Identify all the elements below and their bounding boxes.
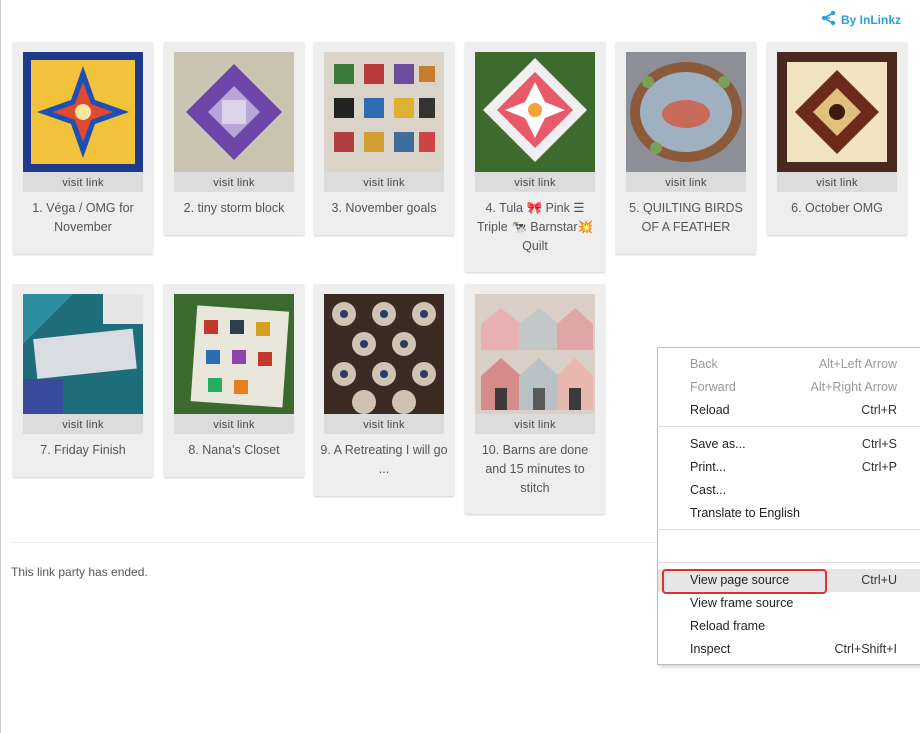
menu-item-label: Forward — [690, 380, 736, 394]
inlinkz-brand-link[interactable]: By InLinkz — [821, 10, 901, 29]
menu-item-label: Translate to English — [690, 506, 801, 520]
menu-item-back[interactable]: Back Alt+Left Arrow — [658, 353, 920, 376]
entry-title[interactable]: 8. Nana's Closet — [170, 441, 298, 460]
link-card-2[interactable]: visit link 2. tiny storm block — [164, 42, 304, 235]
menu-separator — [658, 529, 920, 530]
entry-title[interactable]: 7. Friday Finish — [19, 441, 147, 460]
menu-item-label: View frame source — [690, 596, 794, 610]
menu-item-inspect[interactable]: Inspect Ctrl+Shift+I — [658, 638, 920, 661]
menu-item-reload-frame[interactable]: Reload frame — [658, 615, 920, 638]
entry-title[interactable]: 4. Tula 🎀 Pink ☰ Triple 🐄 Barnstar💥 Quil… — [471, 199, 599, 256]
link-card-3[interactable]: visit link 3. November goals — [314, 42, 454, 235]
window-border — [0, 0, 1, 733]
menu-item-translate[interactable]: Translate to English — [658, 502, 920, 525]
menu-item-shortcut: Ctrl+P — [861, 460, 897, 474]
menu-item-save-as[interactable]: Save as... Ctrl+S — [658, 433, 920, 456]
entry-title[interactable]: 1. Véga / OMG for November — [19, 199, 147, 237]
brand-label: By InLinkz — [840, 12, 901, 27]
thumbnail-image[interactable] — [475, 294, 595, 414]
entry-title[interactable]: 9. A Retreating I will go ... — [320, 441, 448, 479]
menu-item-shortcut: Alt+Left Arrow — [818, 357, 897, 371]
menu-item-label: Reload — [690, 403, 730, 417]
menu-item-print[interactable]: Print... Ctrl+P — [658, 456, 920, 479]
visit-link-button[interactable]: visit link — [174, 414, 294, 434]
menu-item-shortcut: Alt+Right Arrow — [810, 380, 898, 394]
entry-title[interactable]: 5. QUILTING BIRDS OF A FEATHER — [622, 199, 750, 237]
thumbnail-image[interactable] — [174, 294, 294, 414]
inlinkz-logo-icon — [821, 10, 837, 29]
thumbnail-image[interactable] — [324, 294, 444, 414]
visit-link-button[interactable]: visit link — [324, 172, 444, 192]
link-card-8[interactable]: visit link 8. Nana's Closet — [164, 284, 304, 477]
menu-item-label: Back — [690, 357, 718, 371]
visit-link-button[interactable]: visit link — [324, 414, 444, 434]
menu-item-view-frame-source[interactable]: View frame source — [658, 592, 920, 615]
link-card-10[interactable]: visit link 10. Barns are done and 15 min… — [465, 284, 605, 514]
visit-link-button[interactable]: visit link — [475, 172, 595, 192]
entry-title[interactable]: 10. Barns are done and 15 minutes to sti… — [471, 441, 599, 498]
menu-item-label: Inspect — [690, 642, 731, 656]
visit-link-button[interactable]: visit link — [626, 172, 746, 192]
view-source-highlight-box — [662, 569, 827, 594]
visit-link-button[interactable]: visit link — [475, 414, 595, 434]
menu-separator — [658, 426, 920, 427]
context-menu: Back Alt+Left Arrow Forward Alt+Right Ar… — [657, 347, 920, 665]
thumbnail-image[interactable] — [475, 52, 595, 172]
menu-item-forward[interactable]: Forward Alt+Right Arrow — [658, 376, 920, 399]
menu-item-shortcut: Ctrl+R — [861, 403, 897, 417]
link-card-6[interactable]: visit link 6. October OMG — [767, 42, 907, 235]
menu-item-shortcut: Ctrl+Shift+I — [834, 642, 897, 656]
link-card-7[interactable]: visit link 7. Friday Finish — [13, 284, 153, 477]
link-card-1[interactable]: visit link 1. Véga / OMG for November — [13, 42, 153, 254]
menu-item-cast[interactable]: Cast... — [658, 479, 920, 502]
menu-item-reload[interactable]: Reload Ctrl+R — [658, 399, 920, 422]
thumbnail-image[interactable] — [174, 52, 294, 172]
menu-item-label: Save as... — [690, 437, 746, 451]
link-card-4[interactable]: visit link 4. Tula 🎀 Pink ☰ Triple 🐄 Bar… — [465, 42, 605, 272]
entry-title[interactable]: 3. November goals — [320, 199, 448, 218]
menu-item-label: Reload frame — [690, 619, 766, 633]
menu-item-label: Print... — [690, 460, 727, 474]
menu-separator — [658, 562, 920, 563]
thumbnail-image[interactable] — [23, 294, 143, 414]
entry-title[interactable]: 6. October OMG — [773, 199, 901, 218]
visit-link-button[interactable]: visit link — [174, 172, 294, 192]
entry-title[interactable]: 2. tiny storm block — [170, 199, 298, 218]
party-ended-text: This link party has ended. — [11, 565, 148, 579]
thumbnail-image[interactable] — [23, 52, 143, 172]
menu-item-shortcut: Ctrl+S — [861, 437, 897, 451]
link-card-9[interactable]: visit link 9. A Retreating I will go ... — [314, 284, 454, 496]
thumbnail-image[interactable] — [626, 52, 746, 172]
thumbnail-image[interactable] — [324, 52, 444, 172]
link-card-5[interactable]: visit link 5. QUILTING BIRDS OF A FEATHE… — [616, 42, 756, 254]
visit-link-button[interactable]: visit link — [23, 414, 143, 434]
menu-item-shortcut: Ctrl+U — [861, 573, 897, 587]
visit-link-button[interactable]: visit link — [23, 172, 143, 192]
thumbnail-image[interactable] — [777, 52, 897, 172]
menu-item-label: Cast... — [690, 483, 727, 497]
visit-link-button[interactable]: visit link — [777, 172, 897, 192]
